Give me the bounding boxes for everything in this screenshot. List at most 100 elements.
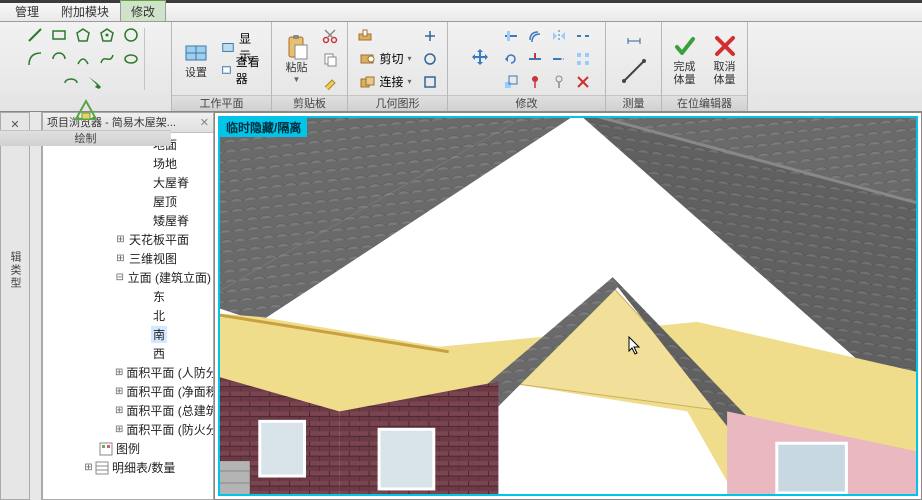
geom-small3-button[interactable] [419, 71, 441, 93]
tree-area1[interactable]: ⊞面积平面 (人防分区面 [43, 363, 213, 382]
draw-arc2-button[interactable] [48, 48, 70, 70]
expand-icon[interactable]: ⊞ [115, 253, 126, 264]
tree-bigridge[interactable]: 大屋脊 [43, 173, 213, 192]
draw-ellipsearc-button[interactable] [60, 72, 82, 94]
draw-arc-button[interactable] [24, 48, 46, 70]
geom-join-label: 连接 [379, 73, 403, 90]
panel-inplace-title: 在位编辑器 [662, 95, 747, 111]
tree-west[interactable]: 西 [43, 344, 213, 363]
tree-area2[interactable]: ⊞面积平面 (净面积) [43, 382, 213, 401]
workplane-viewer-button[interactable]: 查看器 [216, 59, 265, 81]
draw-shape-button[interactable] [67, 94, 105, 128]
rotate-button[interactable] [500, 48, 522, 70]
tree-area3[interactable]: ⊞面积平面 (总建筑面积 [43, 401, 213, 420]
draw-ellipse-button[interactable] [120, 48, 142, 70]
geom-cut-button[interactable]: 剪切▾ [354, 48, 416, 70]
geom-small1-button[interactable] [419, 25, 441, 47]
paste-button[interactable]: 粘贴 ▼ [278, 30, 315, 87]
panel-inplace: 完成 体量 取消 体量 在位编辑器 [662, 22, 748, 111]
finish-mass-button[interactable]: 完成 体量 [667, 29, 703, 89]
panel-draw: 绘制 [0, 22, 172, 111]
unpin-button[interactable] [548, 71, 570, 93]
expand-icon[interactable]: ⊞ [115, 367, 123, 378]
cancel-label1: 取消 [714, 61, 736, 73]
align-button[interactable] [500, 25, 522, 47]
split-button[interactable] [572, 25, 594, 47]
draw-pick-button[interactable] [84, 72, 106, 94]
workplane-settings-button[interactable]: 设置 [178, 35, 214, 82]
properties-palette-collapsed[interactable]: ✕ 辑类型 [0, 112, 30, 500]
tree-area4[interactable]: ⊞面积平面 (防火分区面 [43, 420, 213, 439]
tree-ceilingplan[interactable]: ⊞天花板平面 [43, 230, 213, 249]
draw-spline-button[interactable] [96, 48, 118, 70]
tab-addons[interactable]: 附加模块 [50, 0, 120, 21]
draw-polygon-button[interactable] [72, 24, 94, 46]
viewport-3d[interactable]: 临时隐藏/隔离 [214, 112, 922, 500]
house-model [220, 118, 916, 494]
panel-modify: 修改 [448, 22, 606, 111]
draw-rect-button[interactable] [48, 24, 70, 46]
view-border: 临时隐藏/隔离 [218, 116, 918, 496]
expand-icon[interactable]: ⊞ [115, 405, 123, 416]
left-dock: ✕ 辑类型 [0, 112, 42, 500]
pin-button[interactable] [524, 71, 546, 93]
tree-legend[interactable]: 图例 [43, 439, 213, 458]
trim-button[interactable] [524, 48, 546, 70]
tree-schedule[interactable]: ⊞明细表/数量 [43, 458, 213, 477]
geom-small2-button[interactable] [419, 48, 441, 70]
tree-elev[interactable]: ⊟立面 (建筑立面) [43, 268, 213, 287]
cope-button[interactable] [354, 25, 376, 47]
scale-button[interactable] [500, 71, 522, 93]
tree-east[interactable]: 东 [43, 287, 213, 306]
delete-button[interactable] [572, 71, 594, 93]
panel-workplane: 设置 显示 查看器 工作平面 [172, 22, 272, 111]
geom-join-button[interactable]: 连接▾ [354, 71, 416, 93]
collapse-icon[interactable]: ⊟ [115, 272, 125, 283]
tree-roof[interactable]: 屋顶 [43, 192, 213, 211]
measure-button[interactable] [615, 54, 653, 88]
panel-workplane-title: 工作平面 [172, 95, 271, 111]
draw-arc3-button[interactable] [72, 48, 94, 70]
expand-icon[interactable]: ⊞ [115, 234, 126, 245]
cut-button[interactable] [319, 25, 341, 47]
extend-button[interactable] [548, 48, 570, 70]
legend-icon [99, 442, 113, 456]
tree-site[interactable]: 场地 [43, 154, 213, 173]
ribbon-tab-strip: 管理 附加模块 修改 [0, 3, 922, 22]
draw-circle-button[interactable] [120, 24, 142, 46]
expand-icon[interactable]: ⊞ [83, 462, 94, 473]
workplane-viewer-label: 查看器 [236, 53, 260, 87]
finish-label2: 体量 [674, 74, 696, 86]
tree-north[interactable]: 北 [43, 306, 213, 325]
panel-geometry: 剪切▾ 连接▾ 几何图形 [348, 22, 448, 111]
panel-measure: 测量 [606, 22, 662, 111]
workspace: ✕ 辑类型 项目浏览器 - 简易木屋架... ✕ 地面 场地 大屋脊 屋顶 矮屋… [0, 112, 922, 500]
tree-lowridge[interactable]: 矮屋脊 [43, 211, 213, 230]
mirror-button[interactable] [548, 25, 570, 47]
copy-button[interactable] [319, 48, 341, 70]
draw-line-button[interactable] [24, 24, 46, 46]
tree-south[interactable]: 南 [43, 325, 213, 344]
isolate-badge: 临时隐藏/隔离 [220, 118, 307, 137]
tree-3dview[interactable]: ⊞三维视图 [43, 249, 213, 268]
project-tree[interactable]: 地面 场地 大屋脊 屋顶 矮屋脊 ⊞天花板平面 ⊞三维视图 ⊟立面 (建筑立面)… [43, 133, 213, 499]
move-button[interactable] [460, 42, 500, 76]
palette-label: 辑类型 [7, 251, 23, 290]
offset-button[interactable] [524, 25, 546, 47]
expand-icon[interactable]: ⊞ [115, 386, 123, 397]
browser-close-icon[interactable]: ✕ [200, 113, 209, 133]
tab-modify[interactable]: 修改 [120, 0, 166, 21]
array-button[interactable] [572, 48, 594, 70]
panel-modify-title: 修改 [448, 95, 605, 111]
workplane-settings-label: 设置 [185, 67, 207, 79]
aligned-dim-button[interactable] [623, 30, 645, 52]
cancel-label2: 体量 [714, 74, 736, 86]
match-button[interactable] [319, 71, 341, 93]
schedule-icon [95, 461, 109, 475]
finish-label1: 完成 [674, 61, 696, 73]
draw-polygon2-button[interactable] [96, 24, 118, 46]
ribbon: 绘制 设置 显示 查看器 工作平面 [0, 22, 922, 112]
cancel-mass-button[interactable]: 取消 体量 [707, 29, 743, 89]
tab-manage[interactable]: 管理 [4, 0, 50, 21]
expand-icon[interactable]: ⊞ [115, 424, 123, 435]
